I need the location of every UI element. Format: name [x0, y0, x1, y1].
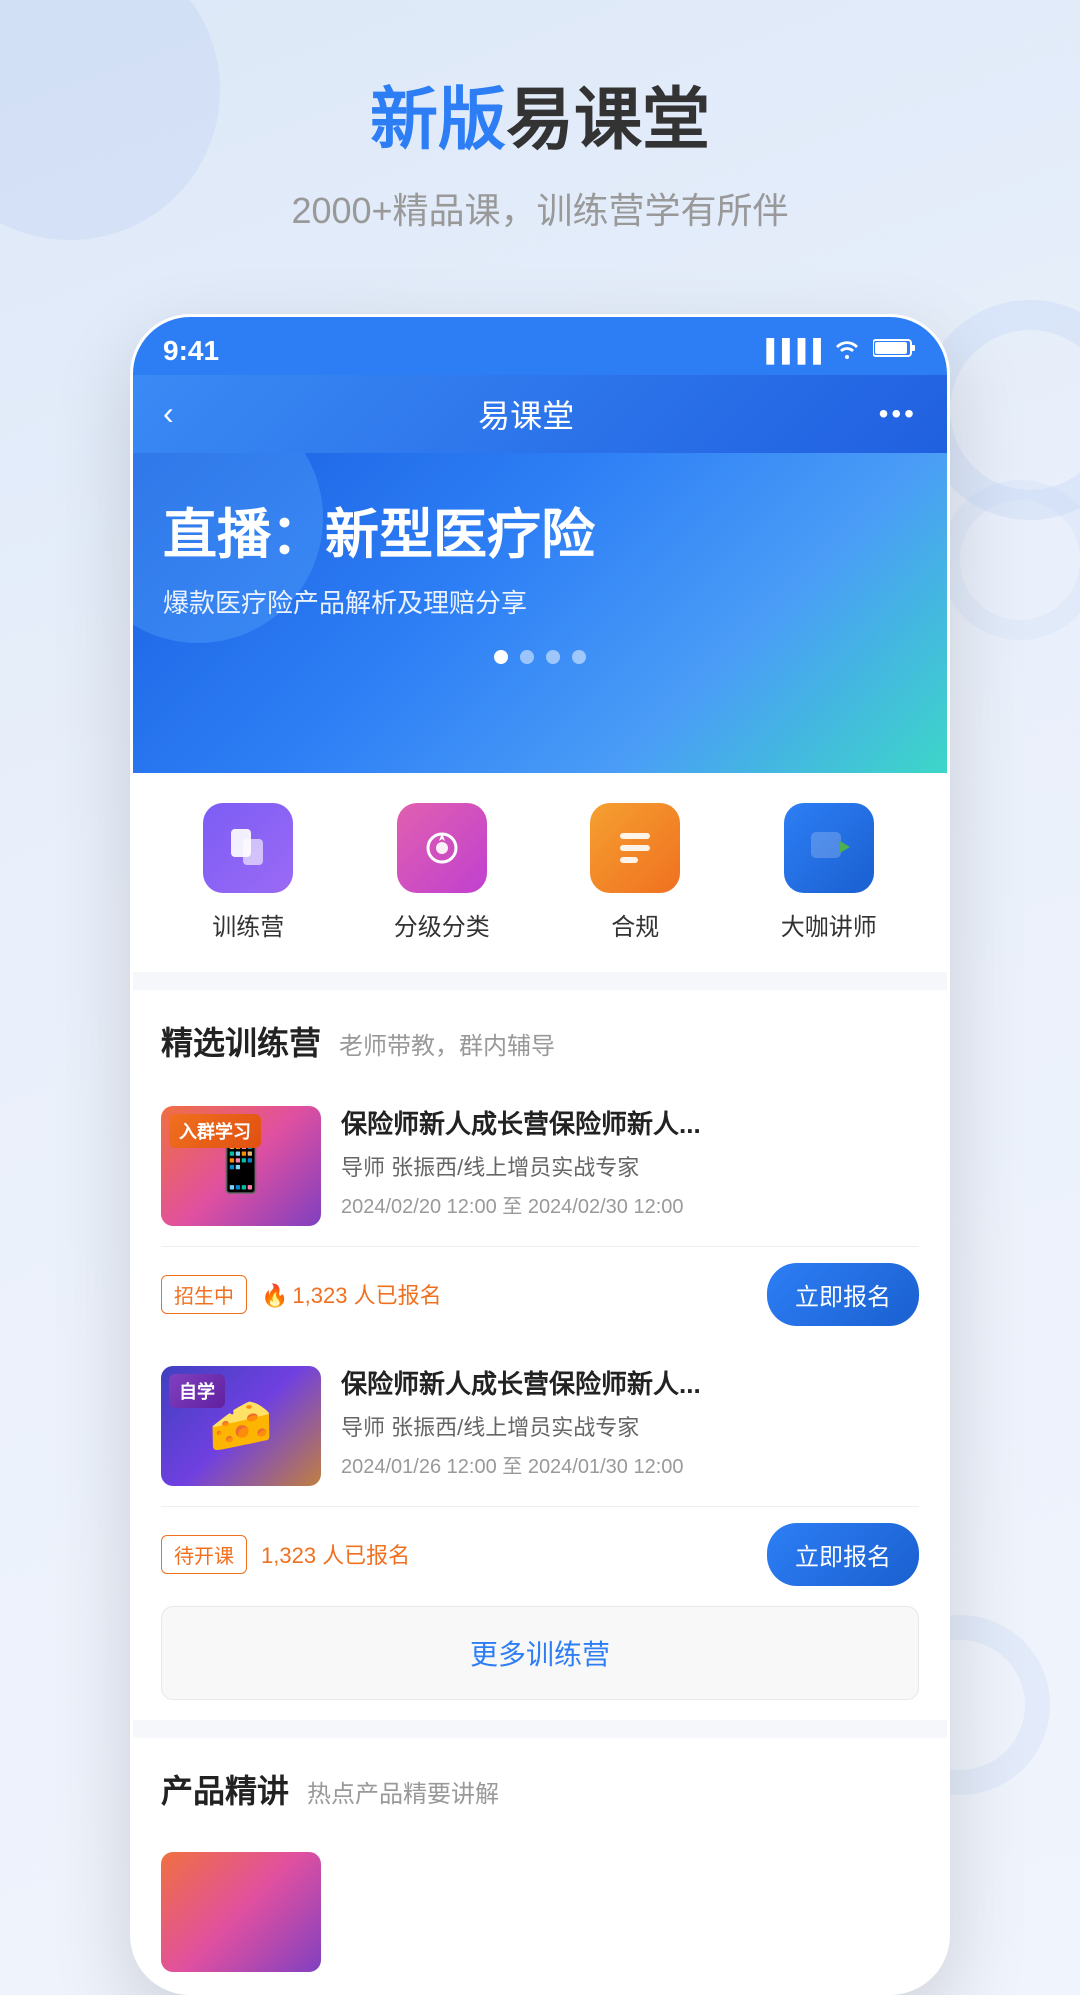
banner-dot-1[interactable] [494, 650, 508, 664]
category-item-compliance[interactable]: 合规 [590, 803, 680, 942]
wifi-icon [833, 337, 861, 365]
product-section-header: 产品精讲 热点产品精要讲解 [161, 1766, 919, 1812]
banner-dot-3[interactable] [546, 650, 560, 664]
status-icons: ▐▐▐▐ [759, 337, 917, 365]
course-thumb-2: 🧀 自学 [161, 1366, 321, 1486]
bg-decoration-3 [940, 480, 1080, 640]
training-section-header: 精选训练营 老师带教，群内辅导 [161, 1018, 919, 1064]
course-title-2: 保险师新人成长营保险师新人... [341, 1366, 919, 1402]
grading-icon [397, 803, 487, 893]
enroll-button-2[interactable]: 立即报名 [767, 1523, 919, 1586]
banner-dot-4[interactable] [572, 650, 586, 664]
back-button[interactable]: ‹ [163, 395, 174, 432]
signal-icon: ▐▐▐▐ [759, 338, 821, 364]
more-training-button[interactable]: 更多训练营 [161, 1606, 919, 1700]
status-bar: 9:41 ▐▐▐▐ [133, 317, 947, 375]
page-title: 新版易课堂 [40, 80, 1040, 162]
course-info-2: 保险师新人成长营保险师新人... 导师 张振西/线上增员实战专家 2024/01… [341, 1366, 919, 1486]
product-section-desc: 热点产品精要讲解 [307, 1774, 499, 1809]
more-button[interactable]: ••• [879, 398, 917, 430]
content-area: 训练营 分级分类 [133, 773, 947, 1992]
grading-label: 分级分类 [394, 907, 490, 942]
lecturer-icon [784, 803, 874, 893]
training-section: 精选训练营 老师带教，群内辅导 📱 入群学习 保险师新人成长营保险师新人... … [133, 990, 947, 1606]
course-badge-2: 自学 [169, 1374, 225, 1408]
training-label: 训练营 [212, 907, 284, 942]
course-date-2: 2024/01/26 12:00 至 2024/01/30 12:00 [341, 1450, 919, 1479]
category-item-lecturer[interactable]: 大咖讲师 [781, 803, 877, 942]
course-date-1: 2024/02/20 12:00 至 2024/02/30 12:00 [341, 1190, 919, 1219]
course-card-1: 📱 入群学习 保险师新人成长营保险师新人... 导师 张振西/线上增员实战专家 … [161, 1086, 919, 1247]
course-footer-2: 待开课 1,323 人已报名 立即报名 [161, 1507, 919, 1606]
product-section: 产品精讲 热点产品精要讲解 [133, 1738, 947, 1992]
course-tags-1: 招生中 🔥1,323 人已报名 [161, 1275, 442, 1314]
phone-mockup: 9:41 ▐▐▐▐ ‹ 易课堂 [130, 314, 950, 1995]
battery-icon [873, 337, 917, 365]
category-item-grading[interactable]: 分级分类 [394, 803, 490, 942]
category-grid: 训练营 分级分类 [133, 773, 947, 972]
partial-course-card [161, 1832, 919, 1992]
partial-thumb [161, 1852, 321, 1972]
course-title-1: 保险师新人成长营保险师新人... [341, 1106, 919, 1142]
nav-bar: ‹ 易课堂 ••• [133, 375, 947, 453]
tag-recruiting-1: 招生中 [161, 1275, 247, 1314]
category-item-training[interactable]: 训练营 [203, 803, 293, 942]
course-teacher-1: 导师 张振西/线上增员实战专家 [341, 1150, 919, 1182]
banner-dot-2[interactable] [520, 650, 534, 664]
lecturer-label: 大咖讲师 [781, 907, 877, 942]
course-thumb-1: 📱 入群学习 [161, 1106, 321, 1226]
fire-icon-1: 🔥 [261, 1283, 288, 1308]
course-badge-1: 入群学习 [169, 1114, 261, 1148]
app-header: 新版易课堂 2000+精品课，训练营学有所伴 [0, 0, 1080, 274]
banner-dots [163, 650, 917, 664]
phone-mockup-wrapper: 9:41 ▐▐▐▐ ‹ 易课堂 [130, 314, 950, 1995]
nav-title: 易课堂 [478, 391, 574, 437]
training-section-title: 精选训练营 [161, 1018, 321, 1064]
course-info-1: 保险师新人成长营保险师新人... 导师 张振西/线上增员实战专家 2024/02… [341, 1106, 919, 1226]
product-section-title: 产品精讲 [161, 1766, 289, 1812]
more-btn-wrapper: 更多训练营 [133, 1606, 947, 1720]
course-tags-2: 待开课 1,323 人已报名 [161, 1535, 410, 1574]
enrolled-count-1: 🔥1,323 人已报名 [261, 1278, 442, 1310]
course-footer-1: 招生中 🔥1,323 人已报名 立即报名 [161, 1247, 919, 1346]
banner-title: 直播：新型医疗险 [163, 503, 917, 568]
tag-pending-2: 待开课 [161, 1535, 247, 1574]
compliance-label: 合规 [611, 907, 659, 942]
status-time: 9:41 [163, 335, 219, 367]
course-teacher-2: 导师 张振西/线上增员实战专家 [341, 1410, 919, 1442]
enrolled-count-2: 1,323 人已报名 [261, 1538, 410, 1570]
course-card-2: 🧀 自学 保险师新人成长营保险师新人... 导师 张振西/线上增员实战专家 20… [161, 1346, 919, 1507]
compliance-icon [590, 803, 680, 893]
page-subtitle: 2000+精品课，训练营学有所伴 [40, 182, 1040, 234]
banner-subtitle: 爆款医疗险产品解析及理赔分享 [163, 583, 917, 620]
enroll-button-1[interactable]: 立即报名 [767, 1263, 919, 1326]
training-icon [203, 803, 293, 893]
banner[interactable]: 直播：新型医疗险 爆款医疗险产品解析及理赔分享 [133, 453, 947, 773]
training-section-desc: 老师带教，群内辅导 [339, 1026, 555, 1061]
